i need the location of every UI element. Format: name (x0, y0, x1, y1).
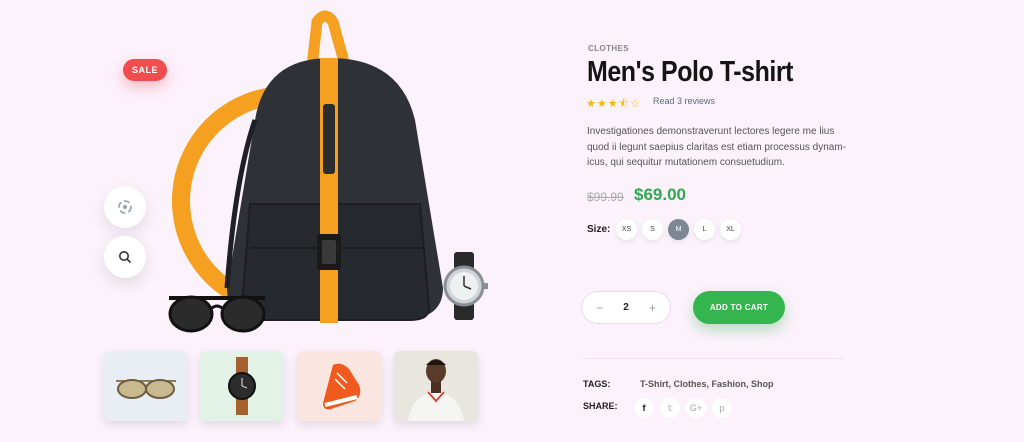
quantity-stepper: − 2 + (581, 291, 671, 324)
current-price: $69.00 (634, 185, 686, 204)
size-option-xs[interactable]: XS (616, 219, 637, 240)
pinterest-icon[interactable]: p (712, 398, 732, 418)
zoom-button[interactable] (104, 236, 146, 278)
thumbnail-watch[interactable] (200, 351, 284, 421)
product-image-sunglasses (168, 295, 266, 333)
product-category[interactable]: CLOTHES (588, 44, 629, 53)
divider (583, 358, 843, 359)
sale-badge: SALE (123, 59, 167, 81)
size-option-xl[interactable]: XL (720, 219, 741, 240)
old-price: $99.99 (587, 190, 624, 204)
search-icon (119, 251, 132, 264)
thumbnail-model[interactable] (394, 351, 478, 421)
product-description: Investigationes demonstraverunt lectores… (587, 126, 847, 168)
thumbnail-image (116, 379, 176, 399)
share-label: SHARE: (583, 401, 618, 411)
add-to-cart-button[interactable]: ADD TO CART (693, 291, 785, 324)
quantity-value[interactable]: 2 (623, 302, 629, 313)
product-image-backpack (224, 10, 443, 323)
tags-list[interactable]: T-Shirt, Clothes, Fashion, Shop (640, 379, 774, 389)
size-option-m[interactable]: M (668, 219, 689, 240)
size-option-l[interactable]: L (694, 219, 715, 240)
tags-label: TAGS: (583, 379, 611, 389)
thumbnail-sunglasses[interactable] (104, 351, 188, 421)
size-label: Size: (587, 224, 611, 235)
size-option-s[interactable]: S (642, 219, 663, 240)
thumbnail-sneaker[interactable] (297, 351, 381, 421)
thumbnail-image (228, 357, 256, 415)
read-reviews-link[interactable]: Read 3 reviews (653, 96, 715, 106)
facebook-icon[interactable]: f (634, 398, 654, 418)
product-image-watch (443, 252, 488, 320)
twitter-icon[interactable]: 𝕥 (660, 398, 680, 418)
google-plus-icon[interactable]: G+ (686, 398, 706, 418)
rating-stars: ★★★⯪☆ (586, 98, 641, 110)
product-title: Men's Polo T-shirt (587, 56, 794, 88)
rotate-360-icon (118, 200, 132, 214)
quantity-decrease-button[interactable]: − (596, 301, 603, 315)
thumbnail-image (323, 363, 361, 410)
thumbnail-image (408, 359, 464, 421)
rotate-360-button[interactable] (104, 186, 146, 228)
quantity-increase-button[interactable]: + (649, 301, 656, 315)
